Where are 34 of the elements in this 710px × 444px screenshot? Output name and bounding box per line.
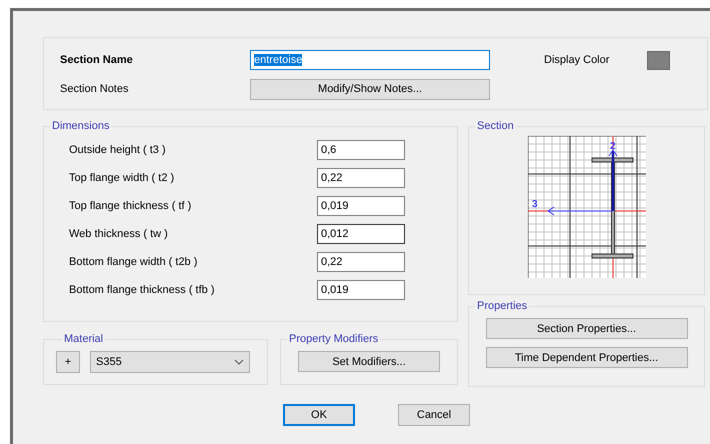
dimension-label: Bottom flange thickness ( tfb )	[69, 284, 216, 296]
cancel-button[interactable]: Cancel	[398, 404, 470, 426]
dimensions-title: Dimensions	[51, 120, 110, 132]
dimension-label: Top flange thickness ( tf )	[69, 200, 192, 212]
properties-button[interactable]: Section Properties...	[486, 318, 688, 339]
dimension-field[interactable]: 0,22	[317, 168, 405, 188]
color-swatch[interactable]	[647, 50, 670, 70]
chevron-icon	[234, 358, 244, 364]
set-modifiers-button[interactable]: Set Modifiers...	[298, 351, 440, 372]
properties-title: Properties	[476, 300, 528, 312]
dimension-label: Top flange width ( t2 )	[69, 172, 176, 184]
add-button[interactable]: +	[56, 350, 80, 372]
material-dropdown[interactable]: S355	[90, 350, 250, 372]
dimension-field[interactable]: 0,6	[317, 140, 405, 160]
properties-button[interactable]: Time Dependent Properties...	[486, 347, 688, 368]
dimension-field[interactable]: 0,22	[317, 252, 405, 272]
section-name-label: Section Name	[60, 54, 134, 66]
horizontal-axis-arrow	[546, 206, 613, 216]
material-title: Material	[63, 333, 104, 345]
dimension-label: Bottom flange width ( t2b )	[69, 256, 198, 268]
section-name-field[interactable]: entretoise	[250, 50, 490, 70]
section-title: Section	[476, 120, 515, 132]
property-modifiers-title: Property Modifiers	[288, 333, 380, 345]
dimension-field[interactable]: 0,019	[317, 196, 405, 216]
notes-button[interactable]: Modify/Show Notes...	[250, 78, 490, 100]
vertical-axis-arrow	[608, 149, 617, 211]
dimension-label: Web thickness ( tw )	[69, 228, 169, 240]
display-color-label: Display Color	[543, 54, 610, 66]
dimension-field[interactable]: 0,019	[317, 280, 405, 300]
dimension-label: Outside height ( t3 )	[69, 144, 167, 156]
ok-button[interactable]: OK	[283, 404, 355, 426]
section-notes-label: Section Notes	[60, 83, 130, 95]
dimension-field[interactable]: 0,012	[317, 224, 405, 244]
axis-label: 3	[532, 199, 538, 210]
